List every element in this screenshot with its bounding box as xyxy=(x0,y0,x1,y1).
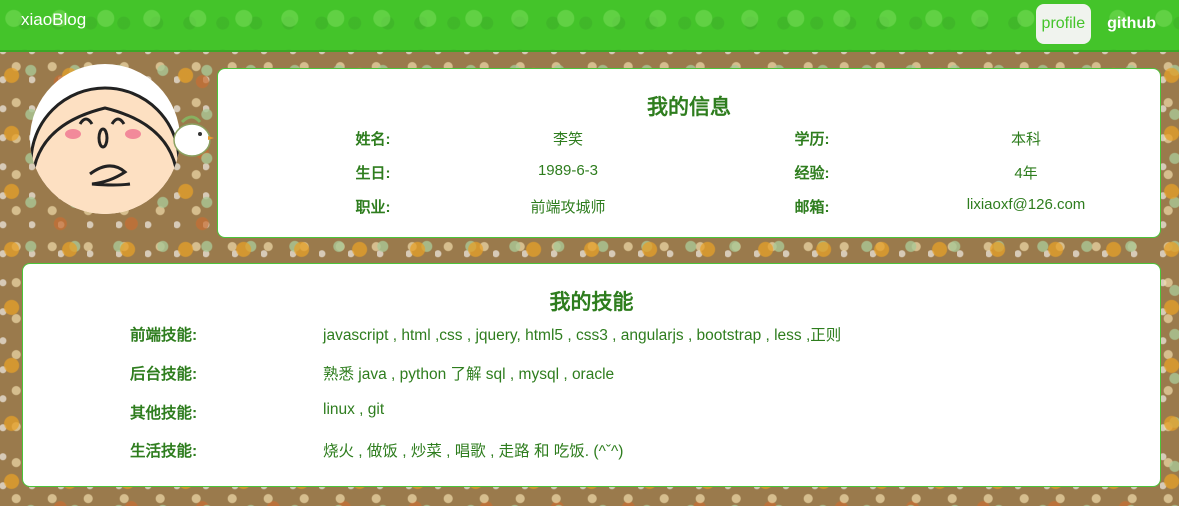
nav-link-github[interactable]: github xyxy=(1101,4,1162,44)
skill-row: 后台技能: 熟悉 java , python 了解 sql , mysql , … xyxy=(23,362,1160,384)
nav-links: profile github xyxy=(1035,4,1162,44)
top-navbar: xiaoBlog profile github xyxy=(0,0,1179,52)
bird-decoration-icon xyxy=(170,110,218,170)
brand-link[interactable]: xiaoBlog xyxy=(21,10,86,30)
nav-link-profile[interactable]: profile xyxy=(1035,4,1092,44)
skills-title: 我的技能 xyxy=(549,291,634,314)
avatar xyxy=(30,64,180,214)
info-row: 职业: 前端攻城师 邮箱: lixiaoxf@126.com xyxy=(218,196,1160,216)
skills-card: 我的技能 前端技能: javascript , html ,css , jque… xyxy=(22,263,1161,487)
skill-label: 其他技能: xyxy=(130,405,198,422)
skill-row: 生活技能: 烧火 , 做饭 , 炒菜 , 唱歌 , 走路 和 吃饭. (^ˇ^) xyxy=(23,439,1160,461)
skill-label: 前端技能: xyxy=(130,327,198,344)
skill-row: 其他技能: linux , git xyxy=(23,401,1160,423)
skill-label: 生活技能: xyxy=(130,443,198,460)
skill-value: javascript , html ,css , jquery, html5 ,… xyxy=(323,327,842,344)
info-row: 姓名: 李笑 学历: 本科 xyxy=(218,128,1160,148)
skill-value: linux , git xyxy=(323,401,385,418)
skill-row: 前端技能: javascript , html ,css , jquery, h… xyxy=(23,323,1160,345)
info-title: 我的信息 xyxy=(647,96,731,119)
skill-label: 后台技能: xyxy=(130,366,198,383)
cartoon-face-icon xyxy=(30,86,180,214)
info-value: lixiaoxf@126.com xyxy=(966,196,1086,213)
info-card: 我的信息 姓名: 李笑 学历: 本科 生日: 1989-6-3 经验: 4年 职… xyxy=(217,68,1161,238)
info-value: 本科 xyxy=(1010,131,1041,148)
info-value: 4年 xyxy=(1014,165,1038,182)
info-row: 生日: 1989-6-3 经验: 4年 xyxy=(218,162,1160,182)
skill-value: 烧火 , 做饭 , 炒菜 , 唱歌 , 走路 和 吃饭. (^ˇ^) xyxy=(323,443,624,460)
skill-value: 熟悉 java , python 了解 sql , mysql , oracle xyxy=(323,366,615,383)
